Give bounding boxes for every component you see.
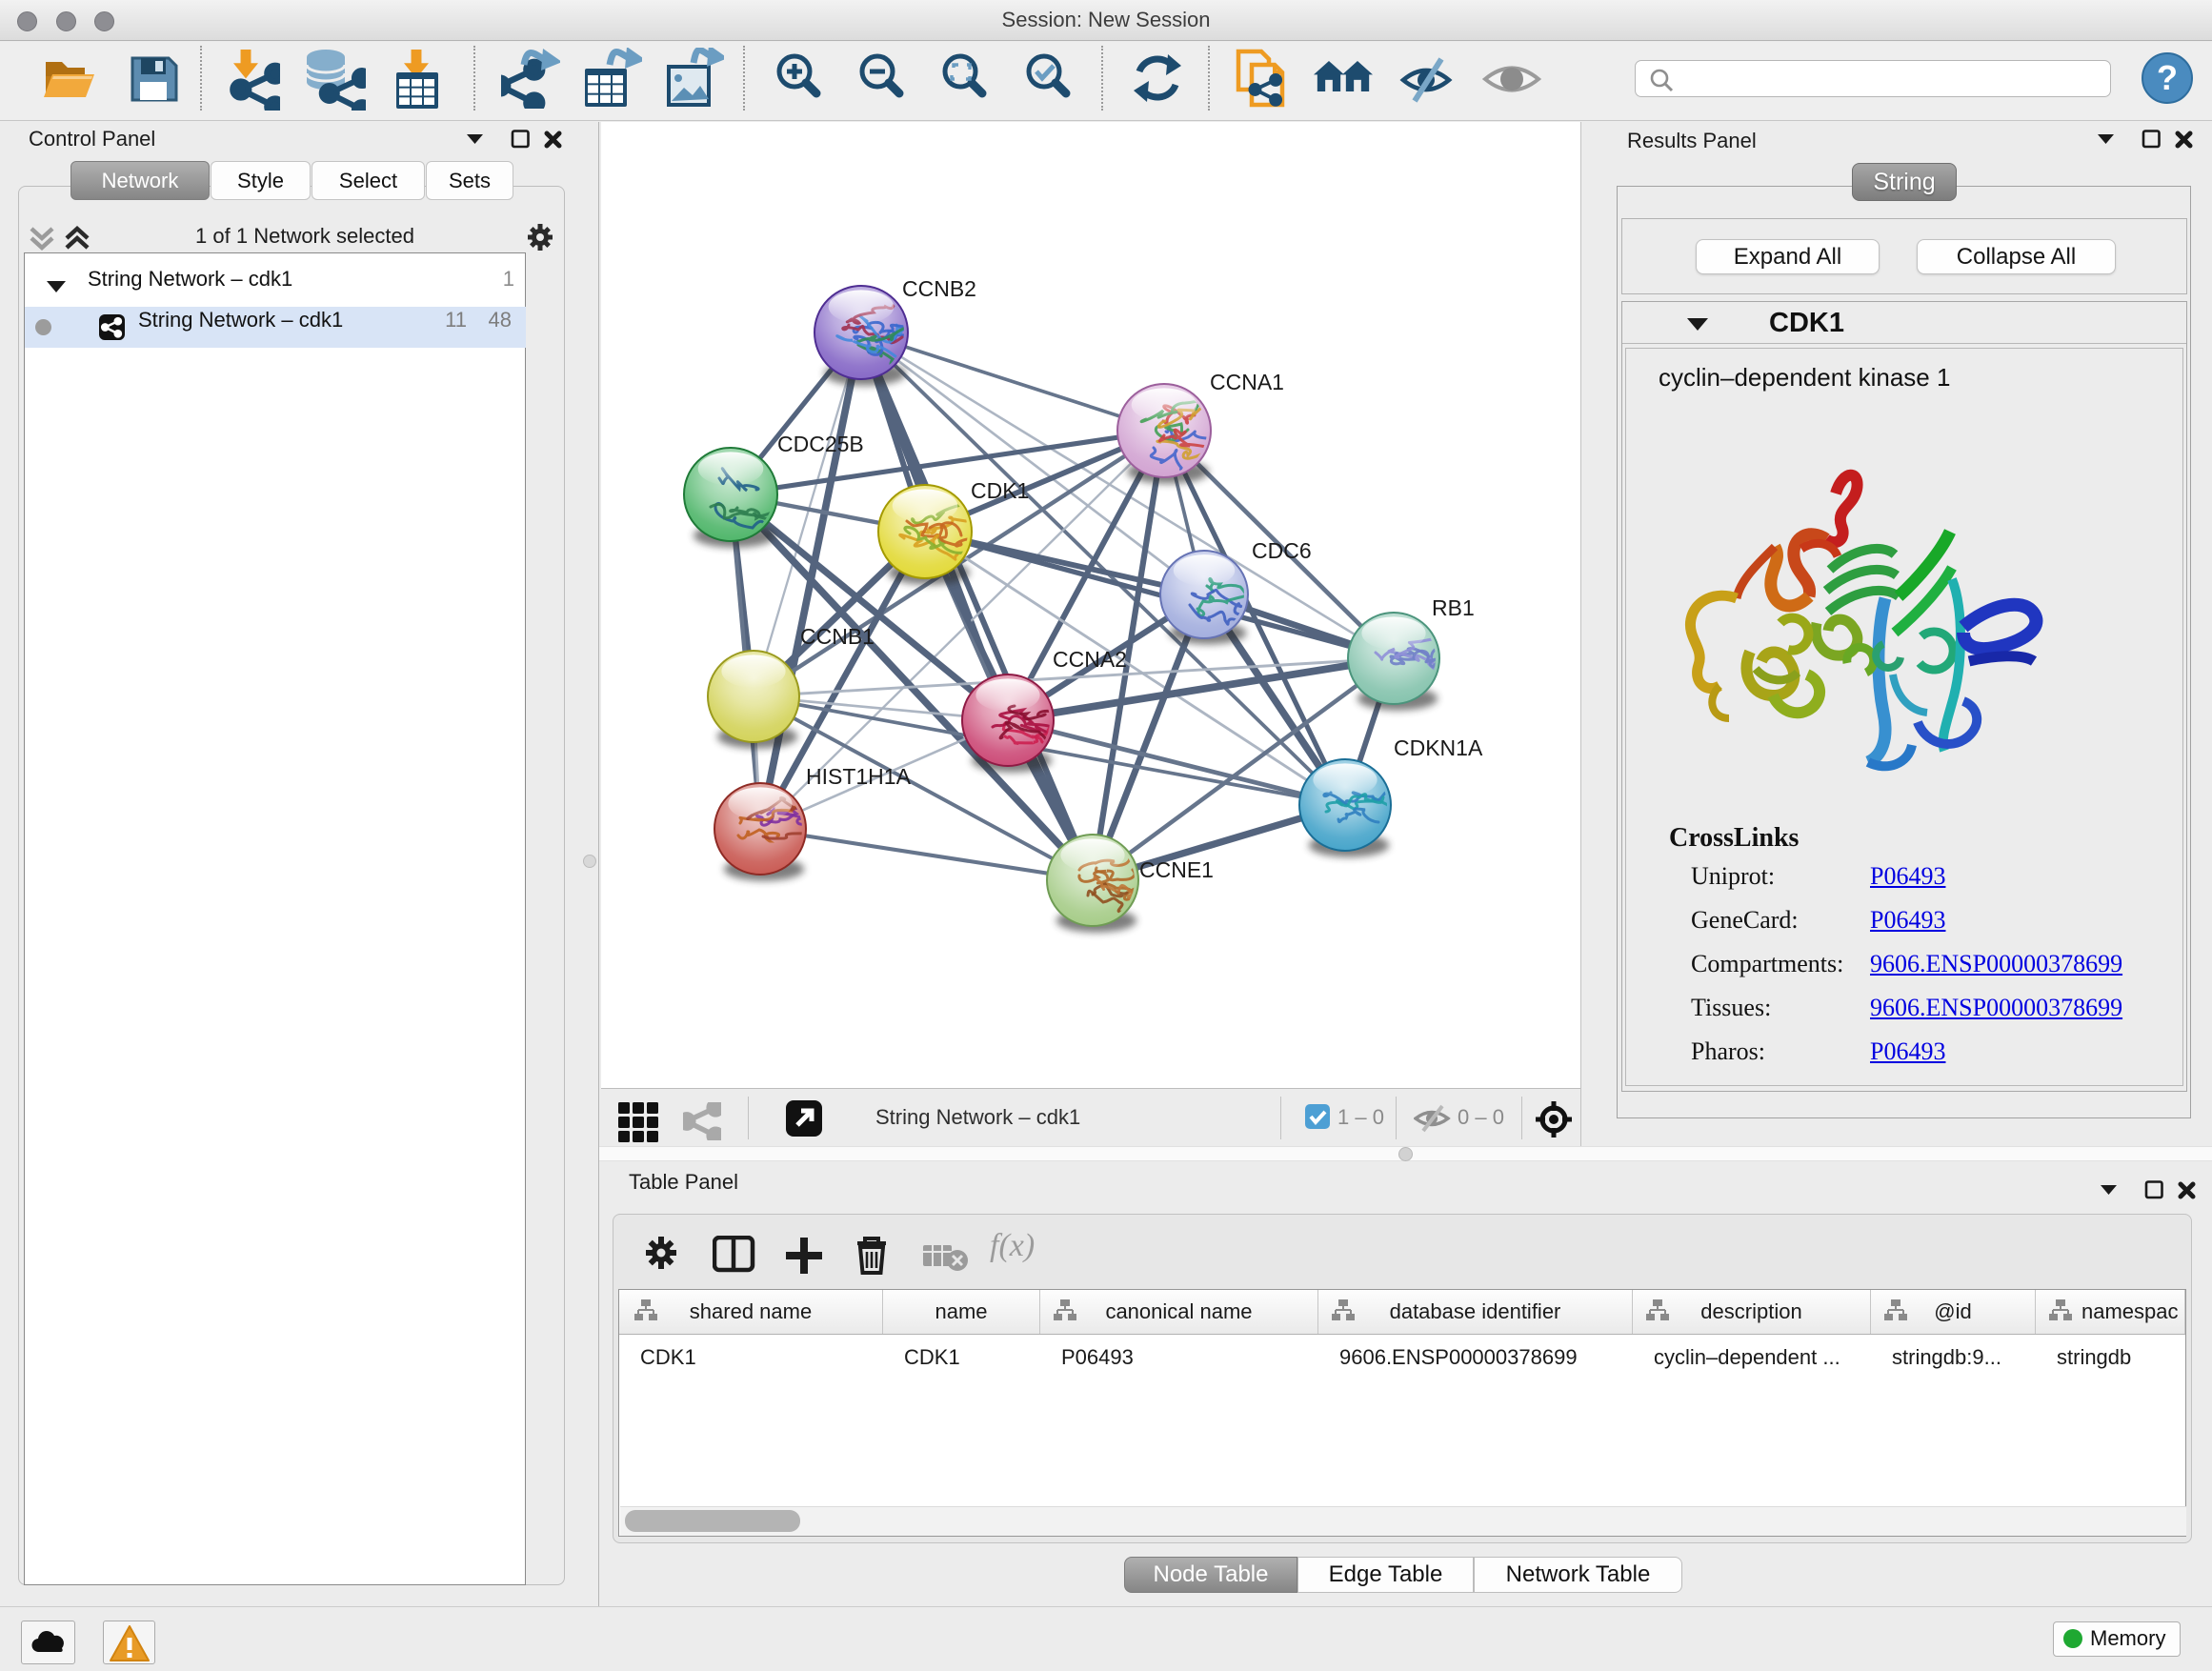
- svg-text:CCNA1: CCNA1: [1210, 370, 1284, 394]
- svg-text:?: ?: [2157, 58, 2178, 97]
- svg-text:RB1: RB1: [1432, 595, 1475, 620]
- svg-text:CCNE1: CCNE1: [1139, 857, 1214, 882]
- svg-text:CDK1: CDK1: [971, 478, 1029, 503]
- svg-text:CCNB2: CCNB2: [902, 276, 976, 301]
- svg-text:CDC6: CDC6: [1252, 538, 1312, 563]
- svg-text:HIST1H1A: HIST1H1A: [806, 764, 912, 789]
- svg-text:CCNA2: CCNA2: [1053, 647, 1127, 672]
- svg-text:CCNB1: CCNB1: [800, 624, 875, 649]
- svg-text:CDKN1A: CDKN1A: [1394, 735, 1483, 760]
- svg-text:CDC25B: CDC25B: [777, 432, 864, 456]
